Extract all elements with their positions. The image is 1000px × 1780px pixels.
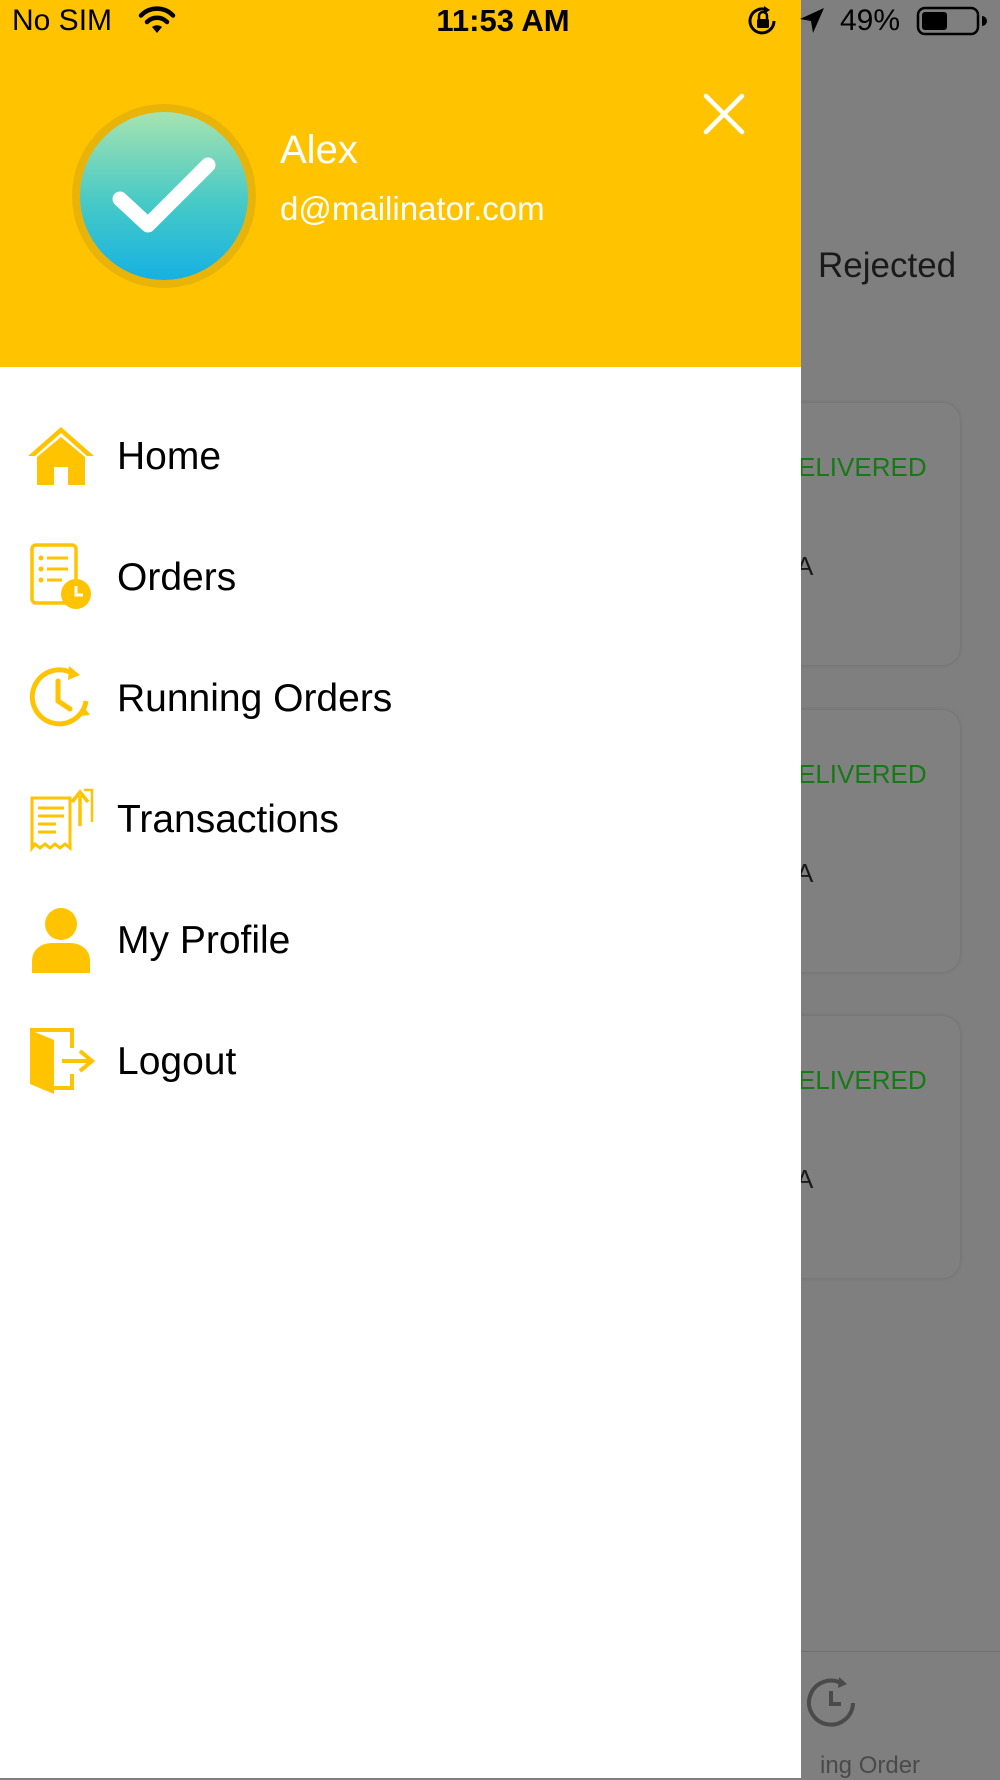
close-icon: [703, 93, 745, 135]
close-button[interactable]: [700, 90, 748, 138]
menu-item-transactions[interactable]: Transactions: [0, 764, 801, 874]
home-icon: [26, 421, 96, 491]
receipt-icon: [26, 784, 96, 854]
logout-icon: [26, 1026, 96, 1096]
rotation-lock-icon: [746, 5, 780, 42]
battery-icon: [916, 5, 988, 42]
menu-label-home: Home: [117, 435, 222, 478]
menu-item-logout[interactable]: Logout: [0, 1006, 801, 1116]
user-email: d@mailinator.com: [280, 190, 545, 227]
checkmark-icon: [112, 157, 216, 233]
menu-label-transactions: Transactions: [117, 798, 339, 841]
menu-item-my-profile[interactable]: My Profile: [0, 885, 801, 995]
menu-label-running-orders: Running Orders: [117, 677, 393, 720]
avatar[interactable]: [72, 104, 256, 288]
tab-rejected[interactable]: Rejected: [818, 246, 956, 286]
navigation-drawer: Alex d@mailinator.com Home Orders Runnin…: [0, 0, 801, 1778]
menu-label-logout: Logout: [117, 1040, 237, 1083]
order-status: ELIVERED: [798, 452, 927, 482]
menu-item-home[interactable]: Home: [0, 401, 801, 511]
status-bar: No SIM 11:53 AM 49%: [0, 0, 1000, 42]
order-status: ELIVERED: [798, 759, 927, 789]
drawer-header: Alex d@mailinator.com: [0, 0, 801, 367]
order-card[interactable]: [780, 403, 960, 665]
order-card[interactable]: [780, 1016, 960, 1278]
battery-percent: 49%: [840, 4, 901, 37]
running-order-nav-label[interactable]: ing Order: [820, 1752, 920, 1780]
menu-label-my-profile: My Profile: [117, 919, 291, 962]
avatar-image: [80, 112, 248, 280]
menu-item-orders[interactable]: Orders: [0, 522, 801, 632]
user-icon: [26, 905, 96, 975]
menu-label-orders: Orders: [117, 556, 237, 599]
order-status: ELIVERED: [798, 1065, 927, 1095]
order-card[interactable]: [780, 710, 960, 972]
user-name: Alex: [280, 128, 358, 172]
orders-icon: [26, 542, 96, 612]
menu-item-running-orders[interactable]: Running Orders: [0, 643, 801, 753]
location-arrow-icon: [797, 5, 827, 42]
clock-icon: [26, 663, 96, 733]
running-order-nav-icon[interactable]: [803, 1673, 863, 1738]
